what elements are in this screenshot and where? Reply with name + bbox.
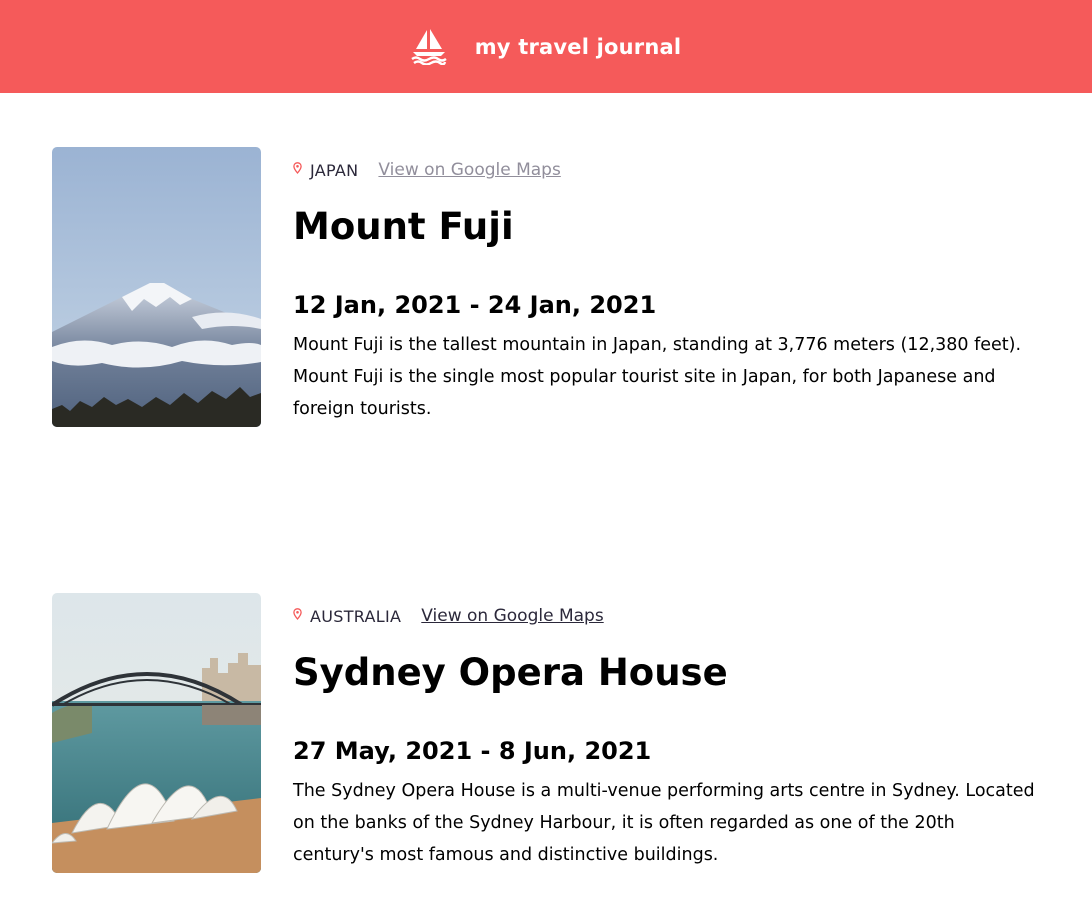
location-pin-icon xyxy=(293,608,302,620)
place-title: Mount Fuji xyxy=(293,205,514,248)
country-label: JAPAN xyxy=(310,160,359,180)
location-row: JAPAN View on Google Maps xyxy=(293,160,561,180)
journal-entry: JAPAN View on Google Maps Mount Fuji 12 … xyxy=(52,147,1052,427)
app-header: my travel journal xyxy=(0,0,1092,93)
sydney-opera-house-photo xyxy=(52,593,261,873)
google-maps-link[interactable]: View on Google Maps xyxy=(421,606,603,626)
location-pin-icon xyxy=(293,162,302,174)
google-maps-link[interactable]: View on Google Maps xyxy=(378,160,560,180)
journal-entry: AUSTRALIA View on Google Maps Sydney Ope… xyxy=(52,593,1052,873)
location-row: AUSTRALIA View on Google Maps xyxy=(293,606,604,626)
app-title: my travel journal xyxy=(474,34,682,59)
place-description: The Sydney Opera House is a multi-venue … xyxy=(293,781,1035,865)
place-description: Mount Fuji is the tallest mountain in Ja… xyxy=(293,335,1022,419)
sailboat-icon xyxy=(410,28,447,65)
place-title: Sydney Opera House xyxy=(293,651,728,694)
trip-dates: 27 May, 2021 - 8 Jun, 2021 xyxy=(293,737,652,765)
mount-fuji-photo xyxy=(52,147,261,427)
trip-dates: 12 Jan, 2021 - 24 Jan, 2021 xyxy=(293,291,657,319)
country-label: AUSTRALIA xyxy=(310,606,402,626)
